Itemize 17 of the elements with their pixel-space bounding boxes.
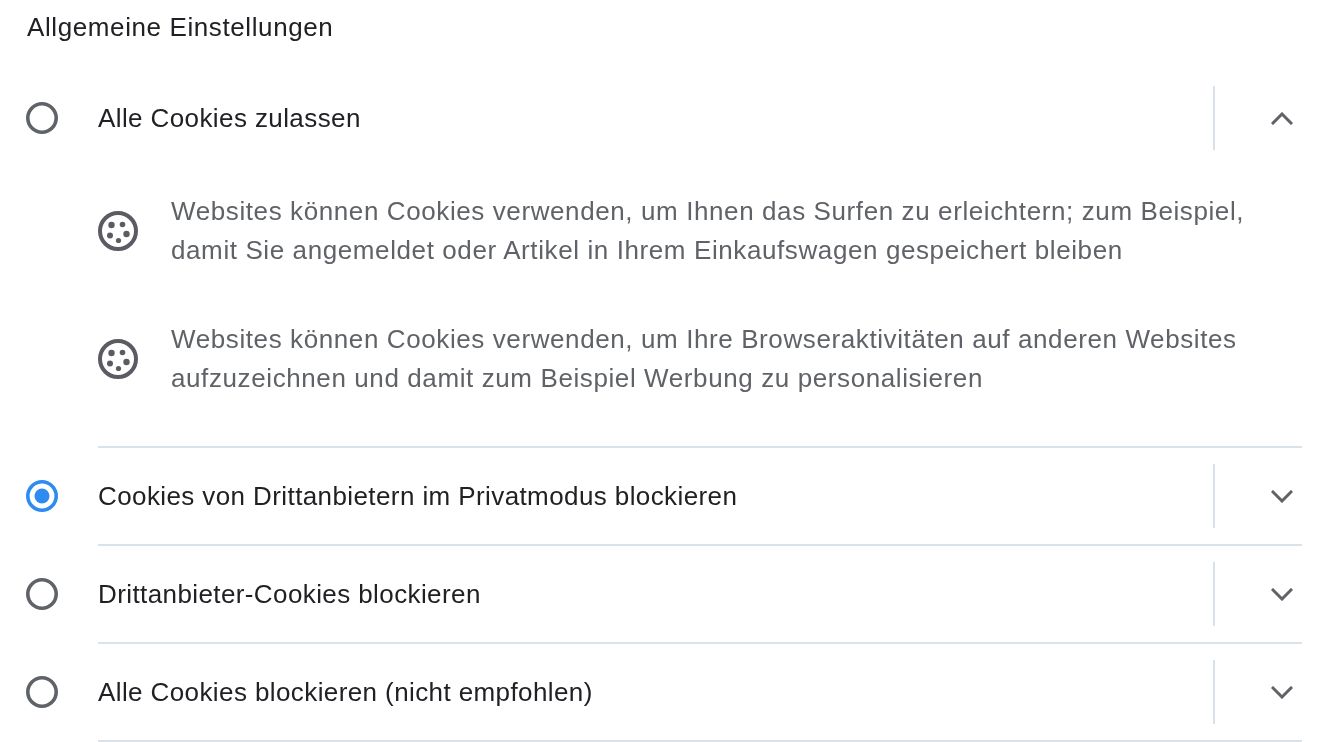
chevron-down-icon [1271,587,1293,601]
option-label[interactable]: Alle Cookies zulassen [98,102,1213,134]
radio-button[interactable] [26,102,58,134]
radio-button[interactable] [26,480,58,512]
radio-button[interactable] [26,676,58,708]
option-label[interactable]: Cookies von Drittanbietern im Privatmodus blockieren [98,480,1213,512]
description-text: Websites können Cookies verwenden, um Ihre Browseraktivitäten auf anderen Websites aufzuzeichnen und damit zum Beispiel Werbung zu personalisieren [171,323,1238,395]
section-heading: Allgemeine Einstellungen [27,12,334,42]
cookie-icon [98,339,138,379]
radio-button[interactable] [26,578,58,610]
option-label[interactable]: Drittanbieter-Cookies blockieren [98,578,1213,610]
cookie-icon [98,211,138,251]
chevron-down-icon [1271,685,1293,699]
option-label[interactable]: Alle Cookies blockieren (nicht empfohlen) [98,676,1213,708]
chevron-down-icon [1271,489,1293,503]
description-text: Websites können Cookies verwenden, um Ihnen das Surfen zu erleichtern; zum Beispiel, damit Sie angemeldet oder Artikel in Ihrem Einkaufswagen gespeichert bleiben [171,195,1246,267]
chevron-up-icon [1271,111,1293,125]
